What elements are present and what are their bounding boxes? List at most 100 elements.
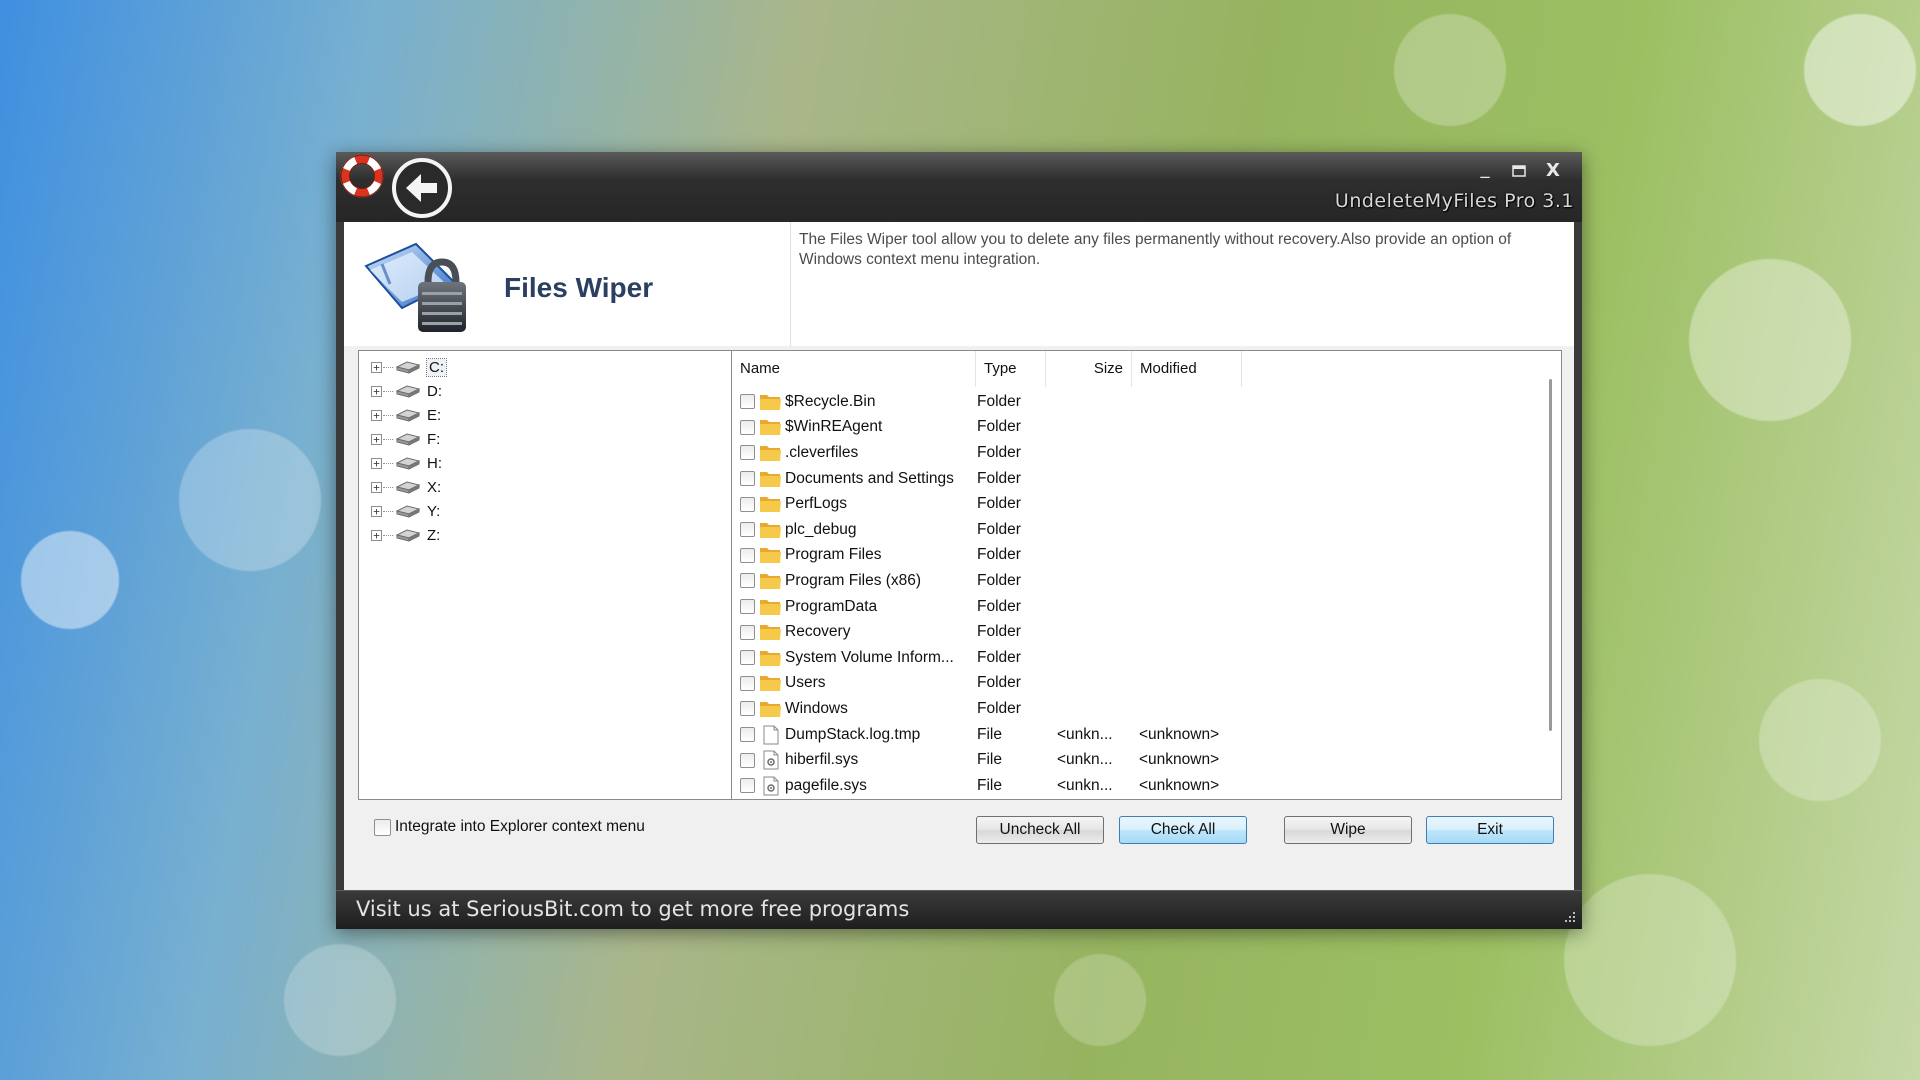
maximize-button[interactable]: [1506, 160, 1532, 182]
integrate-checkbox-box[interactable]: [374, 818, 391, 836]
tree-item-drive[interactable]: + C:: [359, 355, 731, 379]
tree-item-drive[interactable]: + Y:: [359, 499, 731, 523]
lifebuoy-logo-icon: [340, 154, 384, 198]
table-row[interactable]: Program Files (x86) Folder: [732, 568, 1542, 594]
column-header-name[interactable]: Name: [732, 351, 976, 387]
tree-item-drive[interactable]: + F:: [359, 427, 731, 451]
uncheck-all-button[interactable]: Uncheck All: [976, 816, 1104, 844]
resize-grip-icon[interactable]: [1562, 909, 1576, 923]
tree-item-drive[interactable]: + D:: [359, 379, 731, 403]
row-checkbox[interactable]: [740, 522, 755, 538]
drive-tree[interactable]: + C: + D: + E: + F: + H: + X: + Y: + Z:: [358, 350, 732, 800]
row-size: <unkn...: [1057, 751, 1113, 769]
row-name: System Volume Inform...: [785, 648, 954, 666]
maximize-icon: [1512, 165, 1526, 177]
row-type: Folder: [977, 469, 1021, 487]
expand-toggle-icon[interactable]: +: [371, 433, 382, 445]
row-type: Folder: [977, 495, 1021, 513]
expand-toggle-icon[interactable]: +: [371, 409, 382, 421]
column-header-size[interactable]: Size: [1046, 351, 1132, 387]
table-row[interactable]: hiberfil.sys File <unkn... <unknown>: [732, 747, 1542, 773]
folder-icon: [760, 701, 781, 717]
row-checkbox[interactable]: [740, 624, 755, 640]
folder-icon: [760, 471, 781, 487]
scrollbar-thumb[interactable]: [1549, 379, 1552, 731]
expand-toggle-icon[interactable]: +: [371, 529, 382, 541]
row-name: Documents and Settings: [785, 469, 954, 487]
row-checkbox[interactable]: [740, 547, 755, 563]
row-checkbox[interactable]: [740, 573, 755, 589]
row-type: Folder: [977, 597, 1021, 615]
column-header-type[interactable]: Type: [976, 351, 1046, 387]
tool-header: Files Wiper The Files Wiper tool allow y…: [344, 222, 1574, 346]
table-row[interactable]: pagefile.sys File <unkn... <unknown>: [732, 773, 1542, 799]
row-checkbox[interactable]: [740, 778, 755, 794]
table-row[interactable]: Program Files Folder: [732, 543, 1542, 569]
table-row[interactable]: DumpStack.log.tmp File <unkn... <unknown>: [732, 722, 1542, 748]
row-type: Folder: [977, 520, 1021, 538]
table-row[interactable]: $WinREAgent Folder: [732, 415, 1542, 441]
tool-description: The Files Wiper tool allow you to delete…: [790, 222, 1566, 346]
row-type: Folder: [977, 546, 1021, 564]
tree-item-drive[interactable]: + H:: [359, 451, 731, 475]
tree-connector: [383, 414, 393, 416]
file-icon: [763, 725, 779, 745]
tree-connector: [383, 534, 393, 536]
table-row[interactable]: PerfLogs Folder: [732, 491, 1542, 517]
row-checkbox[interactable]: [740, 727, 755, 743]
row-checkbox[interactable]: [740, 701, 755, 717]
expand-toggle-icon[interactable]: +: [371, 361, 382, 373]
tree-connector: [383, 510, 393, 512]
row-type: Folder: [977, 699, 1021, 717]
table-row[interactable]: Recovery Folder: [732, 619, 1542, 645]
seriousbit-link[interactable]: Visit us at SeriousBit.com to get more f…: [356, 897, 909, 921]
tree-item-drive[interactable]: + X:: [359, 475, 731, 499]
table-row[interactable]: .cleverfiles Folder: [732, 440, 1542, 466]
table-row[interactable]: System Volume Inform... Folder: [732, 645, 1542, 671]
row-checkbox[interactable]: [740, 445, 755, 461]
check-all-button[interactable]: Check All: [1119, 816, 1247, 844]
expand-toggle-icon[interactable]: +: [371, 481, 382, 493]
file-list[interactable]: Name Type Size Modified $Recycle.Bin Fold…: [732, 350, 1562, 800]
row-checkbox[interactable]: [740, 599, 755, 615]
row-type: Folder: [977, 392, 1021, 410]
folder-icon: [760, 676, 781, 692]
back-arrow-button[interactable]: [390, 156, 454, 220]
minimize-button[interactable]: _: [1472, 160, 1498, 182]
wipe-button[interactable]: Wipe: [1284, 816, 1412, 844]
expand-toggle-icon[interactable]: +: [371, 505, 382, 517]
bottom-bar: Integrate into Explorer context menu Unc…: [344, 812, 1574, 850]
row-checkbox[interactable]: [740, 752, 755, 768]
title-bar[interactable]: _ X UndeleteMyFiles Pro 3.1: [336, 152, 1582, 222]
hard-drive-icon: [395, 361, 421, 374]
row-checkbox[interactable]: [740, 419, 755, 435]
drive-label: H:: [427, 454, 442, 472]
app-window: _ X UndeleteMyFiles Pro 3.1 Files Wiper …: [336, 152, 1582, 929]
table-row[interactable]: ProgramData Folder: [732, 594, 1542, 620]
row-type: File: [977, 776, 1002, 794]
exit-button[interactable]: Exit: [1426, 816, 1554, 844]
row-name: $Recycle.Bin: [785, 392, 876, 410]
table-row[interactable]: plc_debug Folder: [732, 517, 1542, 543]
close-button[interactable]: X: [1540, 160, 1566, 182]
row-checkbox[interactable]: [740, 675, 755, 691]
expand-toggle-icon[interactable]: +: [371, 385, 382, 397]
table-row[interactable]: Documents and Settings Folder: [732, 466, 1542, 492]
row-checkbox[interactable]: [740, 394, 755, 410]
table-row[interactable]: Windows Folder: [732, 696, 1542, 722]
table-row[interactable]: Users Folder: [732, 671, 1542, 697]
list-rows: $Recycle.Bin Folder $WinREAgent Folder .clev…: [732, 389, 1542, 799]
table-row[interactable]: $Recycle.Bin Folder: [732, 389, 1542, 415]
row-checkbox[interactable]: [740, 471, 755, 487]
vertical-scrollbar[interactable]: [1541, 351, 1561, 799]
row-checkbox[interactable]: [740, 650, 755, 666]
integrate-explorer-checkbox[interactable]: Integrate into Explorer context menu: [374, 818, 645, 836]
tree-item-drive[interactable]: + Z:: [359, 523, 731, 547]
drive-label: Z:: [427, 526, 441, 544]
row-checkbox[interactable]: [740, 496, 755, 512]
tree-item-drive[interactable]: + E:: [359, 403, 731, 427]
row-size: <unkn...: [1057, 776, 1113, 794]
column-header-modified[interactable]: Modified: [1132, 351, 1242, 387]
expand-toggle-icon[interactable]: +: [371, 457, 382, 469]
tree-connector: [383, 486, 393, 488]
